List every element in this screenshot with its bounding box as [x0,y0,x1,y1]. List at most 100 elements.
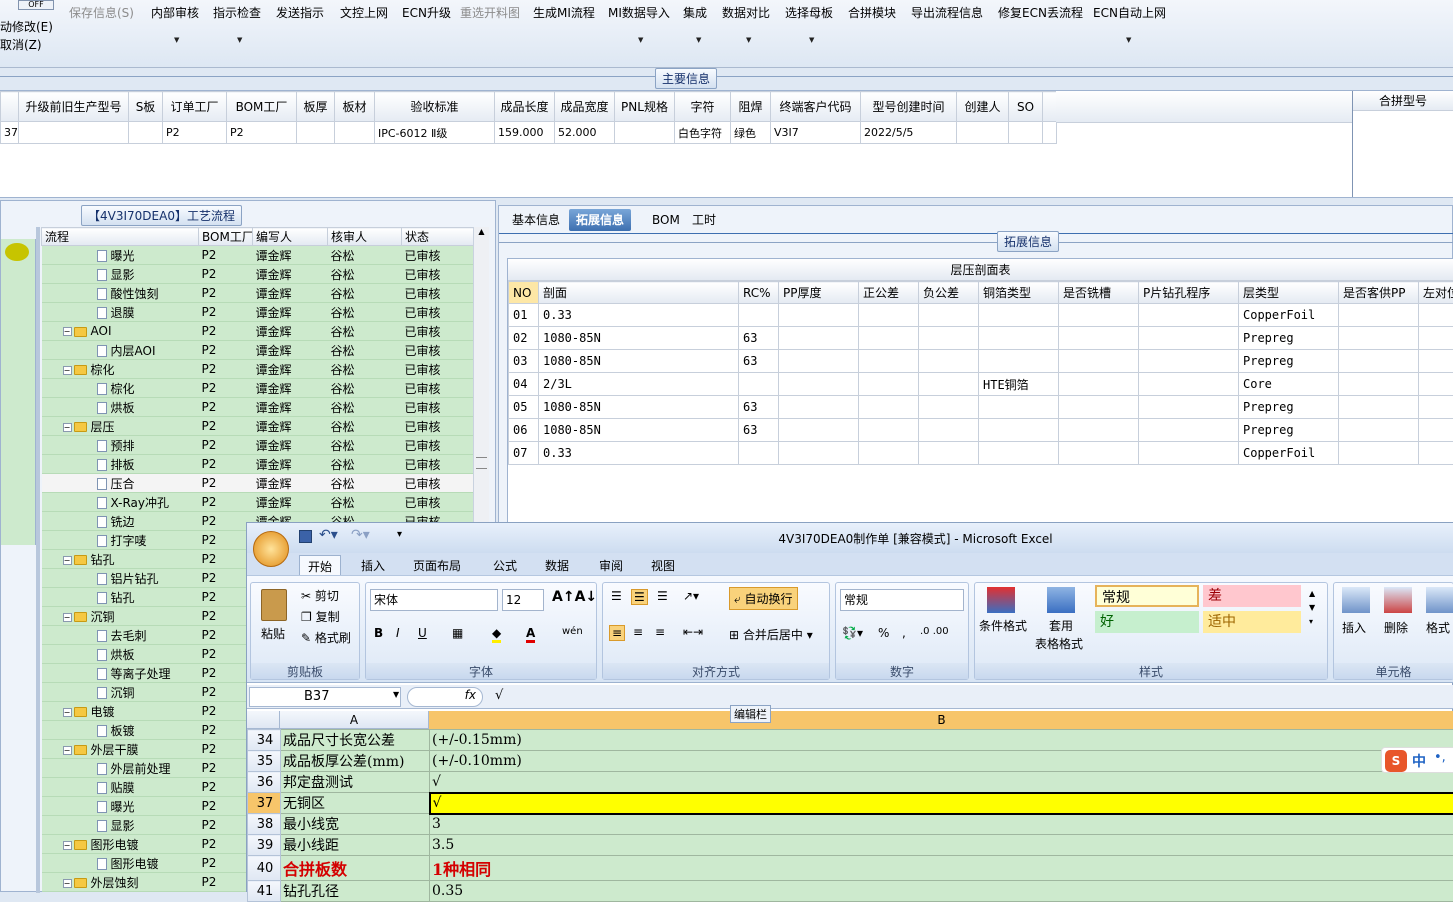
cell-a[interactable]: 合拼板数 [281,856,430,881]
tree-node[interactable]: −外层干膜 [42,740,199,759]
toolbar-item-10[interactable]: 数据对比 [722,4,770,21]
main-cell-6[interactable] [335,122,375,144]
main-col-header-13[interactable]: 终端客户代码 [771,92,861,122]
comma-icon[interactable]: , [902,626,906,640]
cut-button[interactable]: ✂ 剪切 [301,587,339,604]
lam-cell[interactable]: CopperFoil [1239,442,1339,465]
toolbar-item-15[interactable]: ECN自动上网 [1093,4,1166,21]
sheet-row[interactable]: 38最小线宽3 [248,814,1453,835]
name-box-dropdown-icon[interactable]: ▼ [393,690,399,699]
lam-cell[interactable] [979,396,1059,419]
tree-node[interactable]: 沉铜 [42,683,199,702]
main-col-header-16[interactable]: SO [1009,92,1043,122]
ribbon-tab-2[interactable]: 页面布局 [405,555,469,576]
select-all-corner[interactable] [247,711,280,729]
main-col-header-11[interactable]: 字符 [675,92,731,122]
lam-cell[interactable]: 05 [509,396,539,419]
lam-header-10[interactable]: 是否客供PP [1339,282,1419,304]
cell-a[interactable]: 成品尺寸长宽公差 [281,730,430,751]
lam-cell[interactable] [979,350,1059,373]
conditional-format-button[interactable]: 条件格式 [979,617,1027,634]
lam-cell[interactable]: CopperFoil [1239,304,1339,327]
cancel-menu[interactable]: 取消(Z) [0,36,42,53]
ime-mode[interactable]: 中 [1412,751,1426,771]
lam-cell[interactable] [779,350,859,373]
tree-row[interactable]: 酸性蚀刻P2谭金辉谷松已审核 [42,284,474,303]
indent-icon[interactable]: ⇤⇥ [683,625,703,639]
tree-node[interactable]: −棕化 [42,360,199,379]
main-col-header-3[interactable]: 订单工厂 [163,92,227,122]
lam-row[interactable]: 010.33CopperFoil [509,304,1453,327]
style-normal[interactable]: 常规 [1095,585,1199,607]
main-cell-1[interactable] [19,122,129,144]
lam-cell[interactable] [1139,396,1239,419]
tree-row[interactable]: 棕化P2谭金辉谷松已审核 [42,379,474,398]
lam-cell[interactable] [1059,419,1139,442]
lam-cell[interactable] [1139,327,1239,350]
lam-cell[interactable]: 1080-85N [539,350,739,373]
lam-cell[interactable]: Prepreg [1239,327,1339,350]
lam-cell[interactable] [1339,327,1419,350]
tree-node[interactable]: 压合 [42,474,199,493]
wrap-text-button[interactable]: ⤶ 自动换行 [729,587,798,610]
lam-cell[interactable] [1339,442,1419,465]
tree-header-2[interactable]: 编写人 [253,228,328,246]
lam-cell[interactable] [779,304,859,327]
sheet-row[interactable]: 36邦定盘测试√ [248,772,1453,793]
align-left-icon[interactable]: ≡ [609,625,625,641]
ribbon-tab-3[interactable]: 公式 [485,555,525,576]
main-cell-4[interactable]: P2 [227,122,297,144]
tree-row[interactable]: −AOIP2谭金辉谷松已审核 [42,322,474,341]
lam-cell[interactable] [859,327,919,350]
lam-row[interactable]: 042/3LHTE铜箔Core [509,373,1453,396]
lam-cell[interactable] [1139,373,1239,396]
cell-a[interactable]: 最小线距 [281,835,430,856]
tree-row[interactable]: −棕化P2谭金辉谷松已审核 [42,360,474,379]
toolbar-item-0[interactable]: 保存信息(S) [69,4,134,21]
cell-b[interactable]: 0.35 [430,881,1453,902]
sheet-row[interactable]: 37无铜区√ [248,793,1453,814]
toolbar-item-11[interactable]: 选择母板 [785,4,833,21]
lam-cell[interactable] [1419,304,1453,327]
align-middle-icon[interactable]: ☰ [631,589,648,605]
font-name-select[interactable]: 宋体 [370,589,498,611]
sheet-row[interactable]: 35成品板厚公差(mm)(+/-0.10mm) [248,751,1453,772]
lam-cell[interactable]: 63 [739,350,779,373]
percent-icon[interactable]: % [878,626,889,640]
main-col-header-17[interactable] [1043,92,1057,122]
border-icon[interactable]: ▦ [452,626,463,640]
dropdown-arrow-icon[interactable]: ▼ [174,36,179,44]
lam-cell[interactable] [859,396,919,419]
office-button-icon[interactable] [253,531,289,567]
lam-cell[interactable] [859,350,919,373]
lam-cell[interactable] [1059,327,1139,350]
column-b-header[interactable]: B [429,711,1453,729]
dropdown-arrow-icon[interactable]: ▼ [638,36,643,44]
tree-header-0[interactable]: 流程 [42,228,199,246]
name-box[interactable]: B37 [249,687,401,707]
tree-node[interactable]: 铝片钻孔 [42,569,199,588]
underline-button[interactable]: U [418,626,427,640]
fill-color-icon[interactable]: ◆ [492,626,501,643]
toolbar-item-5[interactable]: ECN升级 [402,4,451,21]
italic-button[interactable]: I [396,626,400,640]
toolbar-item-12[interactable]: 合拼模块 [848,4,896,21]
lam-cell[interactable] [739,304,779,327]
tree-node[interactable]: 图形电镀 [42,854,199,873]
lam-cell[interactable] [1419,442,1453,465]
auto-edit-menu[interactable]: 动修改(E) [0,18,53,35]
tree-node[interactable]: 板镀 [42,721,199,740]
main-col-header-15[interactable]: 创建人 [957,92,1009,122]
lam-cell[interactable]: 02 [509,327,539,350]
tree-header-3[interactable]: 核审人 [328,228,402,246]
tree-node[interactable]: 去毛刺 [42,626,199,645]
tree-row[interactable]: 烘板P2谭金辉谷松已审核 [42,398,474,417]
tree-row[interactable]: 压合P2谭金辉谷松已审核 [42,474,474,493]
lam-row[interactable]: 070.33CopperFoil [509,442,1453,465]
cell-b[interactable]: 1种相同 [430,856,1453,881]
lam-cell[interactable] [1339,373,1419,396]
tree-header-4[interactable]: 状态 [402,228,474,246]
lam-cell[interactable] [859,373,919,396]
tree-row[interactable]: 退膜P2谭金辉谷松已审核 [42,303,474,322]
row-number[interactable]: 39 [248,835,281,856]
